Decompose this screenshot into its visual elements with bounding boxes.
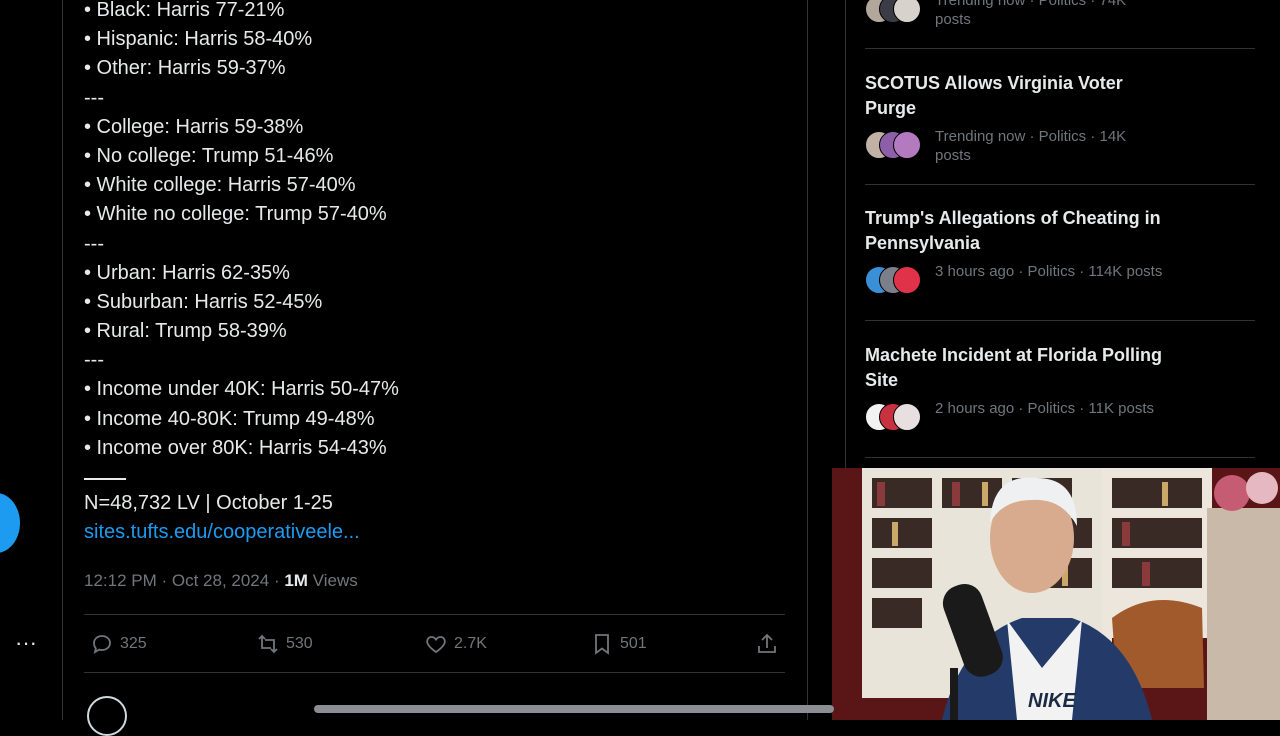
divider (865, 457, 1255, 458)
divider (865, 320, 1255, 321)
views-count: 1M (284, 571, 308, 590)
bookmark-button[interactable]: 501 (590, 628, 647, 660)
tweet-line: • Income over 80K: Harris 54-43% (84, 436, 387, 459)
trend-meta: Trending now · Politics · 14K posts (865, 127, 1255, 167)
reply-button[interactable]: 325 (90, 628, 147, 660)
webcam-video (832, 468, 1280, 720)
source-link[interactable]: sites.tufts.edu/cooperativeele... (84, 521, 360, 544)
tweet-meta: 12:12 PM · Oct 28, 2024 · 1M Views (84, 571, 358, 591)
share-icon (758, 633, 776, 653)
divider (865, 184, 1255, 185)
horizontal-scrollbar[interactable] (314, 705, 834, 713)
trend-meta: 3 hours ago · Politics · 114K posts (865, 262, 1255, 302)
share-button[interactable] (755, 628, 785, 660)
like-count: 2.7K (454, 635, 487, 652)
tweet-line: • White college: Harris 57-40% (84, 174, 356, 197)
tweet-actions: 325 530 2.7K 501 (84, 628, 785, 660)
tweet-text: • Black: Harris 77-21% • Hispanic: Harri… (84, 0, 784, 463)
tweet-line: • Income 40-80K: Trump 49-48% (84, 407, 375, 430)
trend-item[interactable]: Trump's Allegations of Cheating in Penns… (865, 206, 1255, 302)
tweet-line: • Black: Harris 77-21% (84, 0, 285, 21)
avatar (893, 131, 921, 159)
bookmark-count: 501 (620, 635, 647, 652)
like-button[interactable]: 2.7K (424, 628, 487, 660)
trend-title: Trump's Allegations of Cheating in Penns… (865, 208, 1161, 253)
trend-title: SCOTUS Allows Virginia Voter Purge (865, 73, 1123, 118)
trend-item[interactable]: Machete Incident at Florida Polling Site… (865, 343, 1255, 439)
trend-avatars (865, 0, 925, 23)
reply-count: 325 (120, 635, 147, 652)
trend-title: Machete Incident at Florida Polling Site (865, 345, 1163, 390)
bookmark-icon (595, 634, 609, 655)
trends-sidebar: Trending now · Politics · 74K posts SCOT… (845, 0, 1280, 470)
divider (84, 614, 785, 615)
avatar (893, 0, 921, 23)
avatar (893, 403, 921, 431)
trend-meta-text: 2 hours ago · Politics · 11K posts (935, 400, 1154, 417)
trend-meta: 2 hours ago · Politics · 11K posts (865, 399, 1255, 439)
avatar (893, 266, 921, 294)
compose-button[interactable] (0, 493, 20, 553)
tweet-line: • White no college: Trump 57-40% (84, 203, 387, 226)
tweet-line: • Income under 40K: Harris 50-47% (84, 378, 399, 401)
divider (84, 672, 785, 673)
heart-icon (426, 636, 446, 654)
tweet-line: • Hispanic: Harris 58-40% (84, 28, 313, 51)
trend-item[interactable]: SCOTUS Allows Virginia Voter Purge Trend… (865, 71, 1255, 167)
trend-avatars (865, 403, 925, 431)
tweet-line: --- (84, 86, 104, 109)
tweet-line: --- (84, 232, 104, 255)
reply-avatar[interactable] (87, 696, 127, 736)
more-icon[interactable]: ··· (14, 632, 38, 660)
repost-button[interactable]: 530 (256, 628, 313, 660)
tweet-line: • Urban: Harris 62-35% (84, 261, 290, 284)
tweet-line: • Other: Harris 59-37% (84, 57, 286, 80)
reply-icon (93, 635, 111, 654)
tweet-line: • Suburban: Harris 52-45% (84, 290, 323, 313)
trend-meta: Trending now · Politics · 74K posts (865, 0, 1255, 31)
tweet-line: • Rural: Trump 58-39% (84, 320, 287, 343)
shirt-logo-text: NIKE (1028, 690, 1076, 712)
views-label: Views (307, 571, 358, 590)
trend-item[interactable]: Trending now · Politics · 74K posts (865, 0, 1255, 31)
sample-size-text: N=48,732 LV | October 1-25 (84, 492, 333, 514)
tweet-line: • No college: Trump 51-46% (84, 144, 334, 167)
tweet-line: • College: Harris 59-38% (84, 115, 304, 138)
divider (865, 48, 1255, 49)
webcam-overlay: NIKE (832, 468, 1280, 720)
separator-rule (84, 478, 126, 480)
tweet-line: --- (84, 349, 104, 372)
repost-icon (258, 634, 278, 654)
tweet-detail-column: • Black: Harris 77-21% • Hispanic: Harri… (62, 0, 808, 736)
trend-meta-text: Trending now · Politics · 14K posts (935, 128, 1127, 164)
trend-avatars (865, 266, 925, 294)
trend-meta-text: Trending now · Politics · 74K posts (935, 0, 1127, 28)
tweet-timestamp[interactable]: 12:12 PM · Oct 28, 2024 · (84, 571, 284, 590)
repost-count: 530 (286, 635, 313, 652)
trend-avatars (865, 131, 925, 159)
trend-meta-text: 3 hours ago · Politics · 114K posts (935, 263, 1163, 280)
